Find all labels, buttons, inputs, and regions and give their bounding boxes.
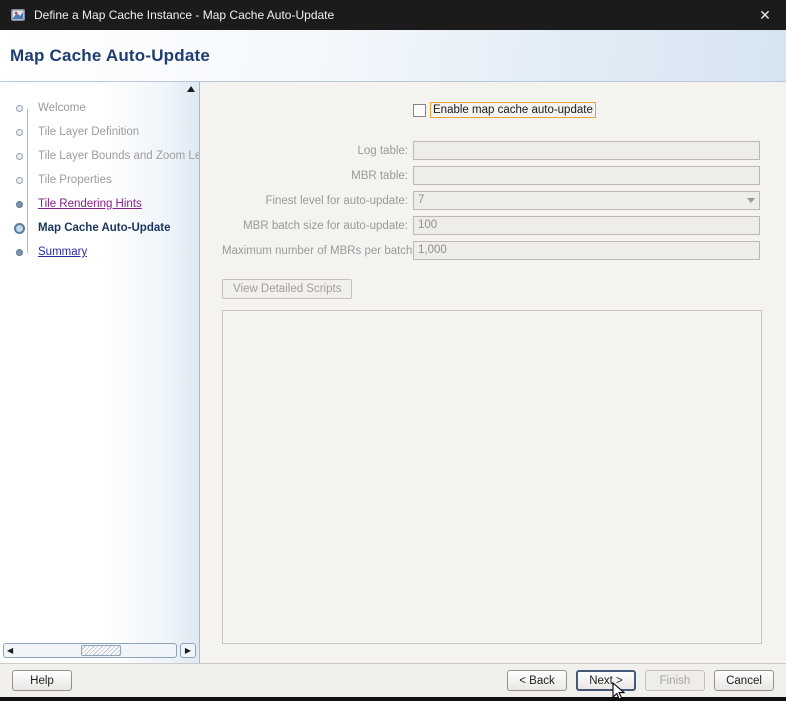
step-label[interactable]: Summary (38, 246, 87, 258)
mbr-table-label: MBR table: (351, 169, 408, 182)
max-mbrs-label: Maximum number of MBRs per batch: (222, 244, 416, 257)
mbr-batch-size-field: 100 (413, 216, 760, 235)
enable-auto-update-checkbox[interactable] (413, 103, 426, 117)
step-bullet (15, 200, 23, 208)
wizard-window: Define a Map Cache Instance - Map Cache … (0, 0, 786, 701)
window-title: Define a Map Cache Instance - Map Cache … (34, 8, 335, 22)
max-mbrs-field: 1,000 (413, 241, 760, 260)
step-summary[interactable]: Summary (0, 240, 199, 264)
finest-level-label: Finest level for auto-update: (265, 194, 408, 207)
step-map-cache-auto-update: Map Cache Auto-Update (0, 216, 199, 240)
page-title: Map Cache Auto-Update (10, 45, 211, 65)
step-label: Tile Properties (38, 174, 112, 186)
step-bullet (15, 248, 23, 256)
wizard-body: Welcome Tile Layer Definition Tile Layer… (0, 82, 786, 663)
back-button[interactable]: < Back (507, 670, 567, 691)
scroll-right-icon[interactable]: ▶ (185, 645, 191, 656)
main-panel: Enable map cache auto-update Log table: … (200, 82, 786, 663)
app-icon (11, 9, 25, 21)
finish-button: Finish (645, 670, 705, 691)
step-label: Welcome (38, 102, 86, 114)
step-tile-layer-bounds: Tile Layer Bounds and Zoom Level (0, 144, 199, 168)
finest-level-select: 7 (413, 191, 760, 210)
help-button[interactable]: Help (12, 670, 72, 691)
scripts-preview-panel (222, 310, 762, 644)
step-tile-rendering-hints[interactable]: Tile Rendering Hints (0, 192, 199, 216)
next-button[interactable]: Next > (576, 670, 636, 691)
step-bullet (15, 152, 23, 160)
mbr-table-field (413, 166, 760, 185)
roadmap-steps: Welcome Tile Layer Definition Tile Layer… (0, 82, 199, 264)
scroll-left-icon[interactable]: ◀ (7, 645, 13, 656)
wizard-header: Map Cache Auto-Update (0, 30, 786, 82)
step-label[interactable]: Tile Rendering Hints (38, 198, 142, 210)
scrollbar-track[interactable]: ◀ (3, 643, 177, 658)
step-label: Tile Layer Bounds and Zoom Level (38, 150, 199, 162)
combo-arrow-icon (747, 198, 755, 203)
step-bullet (15, 128, 23, 136)
step-tile-properties: Tile Properties (0, 168, 199, 192)
step-tile-layer-definition: Tile Layer Definition (0, 120, 199, 144)
enable-auto-update-label[interactable]: Enable map cache auto-update (430, 102, 596, 118)
view-detailed-scripts-button: View Detailed Scripts (222, 279, 353, 299)
step-bullet (13, 222, 25, 234)
finest-level-value: 7 (418, 194, 425, 206)
wizard-roadmap: Welcome Tile Layer Definition Tile Layer… (0, 82, 200, 663)
step-label: Tile Layer Definition (38, 126, 140, 138)
step-bullet (15, 176, 23, 184)
enable-auto-update-row: Enable map cache auto-update (413, 102, 786, 118)
titlebar: Define a Map Cache Instance - Map Cache … (0, 0, 786, 30)
scrollbar-thumb[interactable] (81, 645, 122, 656)
close-icon[interactable]: ✕ (754, 0, 776, 30)
log-table-field (413, 141, 760, 160)
step-label: Map Cache Auto-Update (38, 222, 171, 234)
cancel-button[interactable]: Cancel (714, 670, 774, 691)
window-bottom-edge (0, 697, 786, 701)
step-welcome: Welcome (0, 96, 199, 120)
mbr-batch-size-label: MBR batch size for auto-update: (243, 219, 408, 232)
auto-update-form: Log table: MBR table: Finest level for a… (222, 141, 786, 260)
scroll-right-button[interactable]: ▶ (180, 643, 196, 658)
log-table-label: Log table: (357, 144, 408, 157)
roadmap-horizontal-scrollbar[interactable]: ◀ ▶ (3, 643, 196, 658)
step-bullet (15, 104, 23, 112)
button-bar: Help < Back Next > Finish Cancel (0, 663, 786, 697)
